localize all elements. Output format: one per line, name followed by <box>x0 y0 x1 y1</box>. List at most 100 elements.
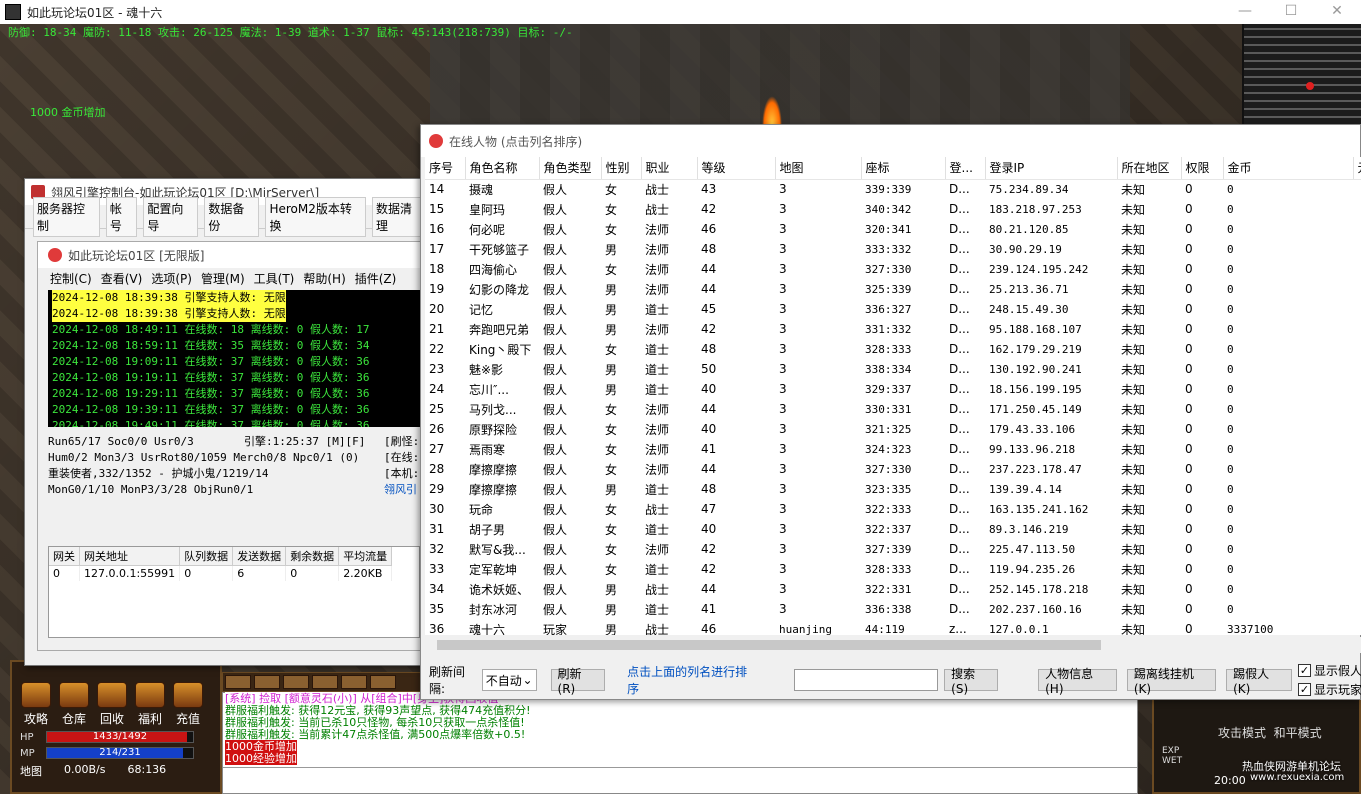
hud-button[interactable]: 回收 <box>94 682 130 727</box>
refresh-button[interactable]: 刷新(R) <box>550 667 606 696</box>
gateway-column-header[interactable]: 队列数据 <box>179 547 234 566</box>
player-row[interactable]: 35 封东冰河 假人 男 道士 41 3 336:338 D... 202.237.160.16 未… <box>425 599 1361 619</box>
toolbar-slot[interactable] <box>370 675 396 689</box>
column-header[interactable]: 元 <box>1353 157 1361 180</box>
minimize-button[interactable]: — <box>1222 0 1268 24</box>
player-row[interactable]: 23 魅※影 假人 男 道士 50 3 338:334 D... 130.192.90.241 未知… <box>425 359 1361 379</box>
player-cell: 战士 <box>645 202 670 217</box>
menu-item[interactable]: 管理(M) <box>201 270 245 287</box>
column-header[interactable]: 性别 <box>601 157 642 180</box>
column-header[interactable]: 所在地区 <box>1117 157 1182 180</box>
close-button[interactable]: ✕ <box>1314 0 1360 24</box>
player-row[interactable]: 19 幻影の降龙 假人 男 法师 44 3 325:339 D... 25.213.36.71 未知… <box>425 279 1361 299</box>
player-row[interactable]: 18 四海偷心 假人 女 法师 44 3 327:330 D... 239.124.195.242… <box>425 259 1361 279</box>
gateway-column-header[interactable]: 网关地址 <box>79 547 181 566</box>
attack-mode[interactable]: 攻击模式 和平模式 <box>1218 724 1322 741</box>
player-row[interactable]: 33 定军乾坤 假人 女 道士 42 3 328:333 D... 119.94.235.26 未知… <box>425 559 1361 579</box>
player-row[interactable]: 21 奔跑吧兄弟 假人 男 法师 42 3 331:332 D... 95.188.168.107… <box>425 319 1361 339</box>
player-row[interactable]: 29 摩擦摩擦 假人 男 道士 48 3 323:335 D... 139.39.4.14 未知 0 0 <box>425 479 1361 499</box>
player-row[interactable]: 16 何必呢 假人 女 法师 46 3 320:341 D... 80.21.120.85 未知 0 0 <box>425 219 1361 239</box>
toolbar-slot[interactable] <box>312 675 338 689</box>
search-input[interactable] <box>793 669 939 691</box>
player-cell: 女 <box>605 462 618 477</box>
console-tab[interactable]: 帐号 <box>105 196 138 237</box>
gateway-column-header[interactable]: 发送数据 <box>232 547 287 566</box>
toolbar-slot[interactable] <box>283 675 309 689</box>
menu-item[interactable]: 插件(Z) <box>355 270 397 287</box>
player-cell: 法师 <box>645 422 670 437</box>
refresh-interval-select[interactable]: 不自动 ⌄ <box>481 669 537 691</box>
minimap[interactable] <box>1242 24 1361 124</box>
player-row[interactable]: 28 摩擦摩擦 假人 女 法师 44 3 327:330 D... 237.223.178.47 未… <box>425 459 1361 479</box>
player-row[interactable]: 26 原野探险 假人 女 法师 40 3 321:325 D... 179.43.33.106 未知… <box>425 419 1361 439</box>
search-button[interactable]: 搜索(S) <box>944 667 999 696</box>
column-header[interactable]: 等级 <box>697 157 776 180</box>
player-cell: 未知 <box>1121 602 1146 617</box>
column-header[interactable]: 序号 <box>425 157 466 180</box>
kick-afk-button[interactable]: 踢离线挂机(K) <box>1126 667 1217 696</box>
player-cell: 47 <box>701 502 717 516</box>
kick-fake-button[interactable]: 踢假人(K) <box>1226 667 1292 696</box>
player-row[interactable]: 14 摄魂 假人 女 战士 43 3 339:339 D... 75.234.89.34 未知 0 0 <box>425 179 1361 199</box>
player-cell: D... <box>949 382 970 396</box>
column-header[interactable]: 地图 <box>775 157 862 180</box>
column-header[interactable]: 登... <box>945 157 986 180</box>
player-row[interactable]: 34 诡术妖姬、 假人 男 战士 44 3 322:331 D... 252.145.178.21… <box>425 579 1361 599</box>
hud-button[interactable]: 攻略 <box>18 682 54 727</box>
player-row[interactable]: 27 焉雨寒 假人 女 法师 41 3 324:323 D... 99.133.96.218 未知 0… <box>425 439 1361 459</box>
show-player-label: 显示玩家 <box>1314 683 1361 697</box>
player-row[interactable]: 17 干死够篮子 假人 男 法师 48 3 333:332 D... 30.90.29.19 未知 0… <box>425 239 1361 259</box>
map-button[interactable]: 地图 <box>20 763 42 779</box>
player-row[interactable]: 24 忘川″... 假人 男 道士 40 3 329:337 D... 18.156.199.19… <box>425 379 1361 399</box>
console-tab[interactable]: 配置向导 <box>143 196 199 237</box>
player-info-button[interactable]: 人物信息(H) <box>1038 667 1117 696</box>
player-cell: 原野探险 <box>469 422 518 437</box>
toolbar-slot[interactable] <box>254 675 280 689</box>
column-header[interactable]: 角色名称 <box>465 157 540 180</box>
player-row[interactable]: 20 记忆 假人 男 道士 45 3 336:327 D... 248.15.49.30 未知 0 0 <box>425 299 1361 319</box>
column-header[interactable]: 角色类型 <box>539 157 602 180</box>
column-header[interactable]: 权限 <box>1181 157 1224 180</box>
gateway-column-header[interactable]: 网关 <box>49 547 80 566</box>
player-row[interactable]: 32 默写&我... 假人 女 法师 42 3 327:339 D... 225.47.113.5… <box>425 539 1361 559</box>
hud-button[interactable]: 充值 <box>170 682 206 727</box>
hp-row: HP 1433/1492 <box>20 731 212 743</box>
maximize-button[interactable]: ☐ <box>1268 0 1314 24</box>
show-fake-checkbox[interactable]: ✓ 显示假人 <box>1298 662 1361 679</box>
player-row[interactable]: 25 马列戈... 假人 女 法师 44 3 330:331 D... 171.250.45.14… <box>425 399 1361 419</box>
gateway-row[interactable]: 0 127.0.0.1:55991 0 6 0 2.20KB <box>49 565 393 581</box>
console-tab[interactable]: 数据备份 <box>204 196 260 237</box>
horizontal-scrollbar[interactable] <box>425 637 1361 653</box>
player-row[interactable]: 22 King丶殿下 假人 女 道士 48 3 328:333 D... 162.179.29.2… <box>425 339 1361 359</box>
column-header[interactable]: 职业 <box>641 157 698 180</box>
menu-item[interactable]: 帮助(H) <box>303 270 345 287</box>
gateway-column-header[interactable]: 剩余数据 <box>285 547 340 566</box>
mp-bar: 214/231 <box>46 747 194 759</box>
column-header[interactable]: 登录IP <box>985 157 1118 180</box>
hud-button[interactable]: 福利 <box>132 682 168 727</box>
player-row[interactable]: 36 魂十六 玩家 男 战士 46 huanjing 44:119 z... 127.0.0.1 未… <box>425 619 1361 635</box>
player-row[interactable]: 31 胡子男 假人 女 道士 40 3 322:337 D... 89.3.146.219 未知 0 0 <box>425 519 1361 539</box>
chat-input[interactable] <box>223 767 1137 793</box>
scrollbar-thumb[interactable] <box>437 640 1101 650</box>
menu-item[interactable]: 查看(V) <box>101 270 143 287</box>
online-players-window: 在线人物 (点击列名排序) 序号 角色名称 角色类型 性别 职业 等级 地图 座标 登... 登录… <box>420 124 1361 700</box>
player-cell: 3 <box>779 202 787 216</box>
window-titlebar: 如此玩论坛01区 - 魂十六 — ☐ ✕ <box>0 0 1361 24</box>
console-tab[interactable]: HeroM2版本转换 <box>265 196 366 237</box>
menu-item[interactable]: 工具(T) <box>254 270 295 287</box>
player-cell: 322:337 <box>865 522 912 536</box>
hud-button[interactable]: 仓库 <box>56 682 92 727</box>
column-header[interactable]: 座标 <box>861 157 946 180</box>
gateway-column-header[interactable]: 平均流量 <box>338 547 393 566</box>
console-tab[interactable]: 服务器控制 <box>33 196 100 237</box>
menu-item[interactable]: 选项(P) <box>151 270 192 287</box>
console-tab[interactable]: 数据清理 <box>371 196 427 237</box>
toolbar-slot[interactable] <box>225 675 251 689</box>
toolbar-slot[interactable] <box>341 675 367 689</box>
menu-item[interactable]: 控制(C) <box>50 270 92 287</box>
show-player-checkbox[interactable]: ✓ 显示玩家 <box>1298 681 1361 698</box>
player-row[interactable]: 30 玩命 假人 女 战士 47 3 322:333 D... 163.135.241.162 未知… <box>425 499 1361 519</box>
column-header[interactable]: 金币 <box>1223 157 1354 180</box>
player-row[interactable]: 15 皇阿玛 假人 女 战士 42 3 340:342 D... 183.218.97.253 未知… <box>425 199 1361 219</box>
